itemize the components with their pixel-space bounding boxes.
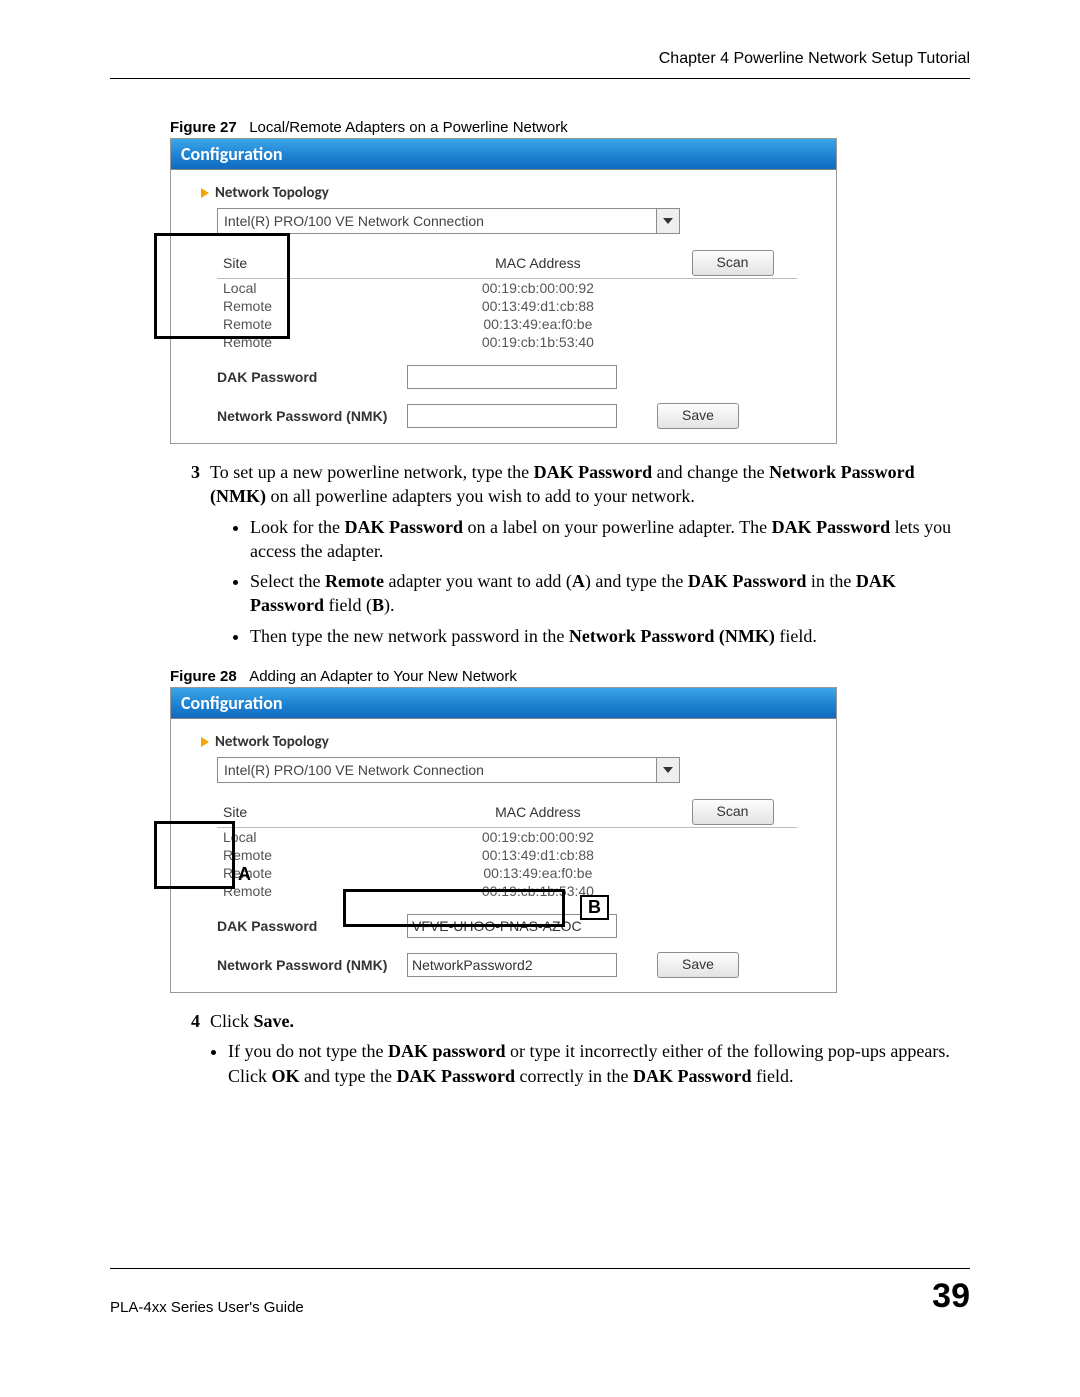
footer-page-number: 39 — [932, 1277, 970, 1316]
step3-bullet-2: Select the Remote adapter you want to ad… — [250, 569, 970, 618]
scan-button[interactable]: Scan — [692, 250, 774, 276]
table-row[interactable]: Local00:19:cb:00:00:92 — [217, 279, 797, 298]
step4-bullet: If you do not type the DAK password or t… — [228, 1039, 970, 1088]
figure27-wrapper: Configuration Network Topology Intel(R) … — [110, 138, 970, 444]
section-network-topology-27: Network Topology — [201, 184, 816, 202]
dak-label-27: DAK Password — [217, 369, 407, 385]
figure27-panel: Configuration Network Topology Intel(R) … — [170, 138, 837, 444]
footer-guide: PLA-4xx Series User's Guide — [110, 1299, 304, 1316]
step-3: 3 To set up a new powerline network, typ… — [170, 460, 970, 654]
col-mac: MAC Address — [408, 248, 668, 279]
step-3-number: 3 — [170, 460, 210, 654]
network-connection-dropdown[interactable]: Intel(R) PRO/100 VE Network Connection — [217, 208, 680, 234]
table-row[interactable]: Local00:19:cb:00:00:92 — [217, 828, 797, 847]
table-row[interactable]: Remote00:13:49:d1:cb:88 — [217, 297, 797, 315]
config-title-28: Configuration — [171, 688, 836, 719]
scan-button[interactable]: Scan — [692, 799, 774, 825]
dak-input-27[interactable] — [407, 365, 617, 389]
dak-label-28: DAK Password — [217, 918, 407, 934]
col-mac: MAC Address — [408, 797, 668, 828]
figure27-caption: Figure 27 Local/Remote Adapters on a Pow… — [170, 119, 970, 136]
step3-bullet-1: Look for the DAK Password on a label on … — [250, 515, 970, 564]
adapter-table-27: Site MAC Address Scan Local00:19:cb:00:0… — [217, 248, 797, 351]
figure27-text: Local/Remote Adapters on a Powerline Net… — [249, 119, 568, 136]
page-footer: PLA-4xx Series User's Guide 39 — [110, 1268, 970, 1316]
adapter-table-28: Site MAC Address Scan Local00:19:cb:00:0… — [217, 797, 797, 900]
figure28-text: Adding an Adapter to Your New Network — [249, 668, 517, 685]
nmk-input-28[interactable] — [407, 953, 617, 977]
marker-a-label: A — [238, 864, 251, 885]
figure28-panel: Configuration Network Topology Intel(R) … — [170, 687, 837, 993]
table-row[interactable]: Remote00:19:cb:1b:53:40 — [217, 333, 797, 351]
nmk-input-27[interactable] — [407, 404, 617, 428]
chevron-down-icon — [656, 209, 679, 233]
chevron-down-icon — [656, 758, 679, 782]
nmk-label-28: Network Password (NMK) — [217, 957, 407, 973]
section-network-topology-28: Network Topology — [201, 733, 816, 751]
figure28-wrapper: Configuration Network Topology Intel(R) … — [110, 687, 970, 993]
table-row[interactable]: Remote00:13:49:ea:f0:be — [217, 864, 797, 882]
nmk-label-27: Network Password (NMK) — [217, 408, 407, 424]
table-row[interactable]: Remote00:19:cb:1b:53:40 — [217, 882, 797, 900]
marker-b-label: B — [580, 895, 609, 920]
figure28-label: Figure 28 — [170, 668, 237, 685]
figure28-caption: Figure 28 Adding an Adapter to Your New … — [170, 668, 970, 685]
config-title-27: Configuration — [171, 139, 836, 170]
network-connection-dropdown[interactable]: Intel(R) PRO/100 VE Network Connection — [217, 757, 680, 783]
table-row[interactable]: Remote00:13:49:d1:cb:88 — [217, 846, 797, 864]
step3-bullet-3: Then type the new network password in th… — [250, 624, 970, 648]
step-4-number: 4 — [170, 1009, 210, 1033]
dropdown-value: Intel(R) PRO/100 VE Network Connection — [224, 762, 484, 778]
save-button-28[interactable]: Save — [657, 952, 739, 978]
page-header: Chapter 4 Powerline Network Setup Tutori… — [110, 50, 970, 79]
dropdown-value: Intel(R) PRO/100 VE Network Connection — [224, 213, 484, 229]
col-site: Site — [217, 248, 408, 279]
step-4: 4 Click Save. — [170, 1009, 970, 1033]
save-button-27[interactable]: Save — [657, 403, 739, 429]
figure27-label: Figure 27 — [170, 119, 237, 136]
table-row[interactable]: Remote00:13:49:ea:f0:be — [217, 315, 797, 333]
col-site: Site — [217, 797, 408, 828]
